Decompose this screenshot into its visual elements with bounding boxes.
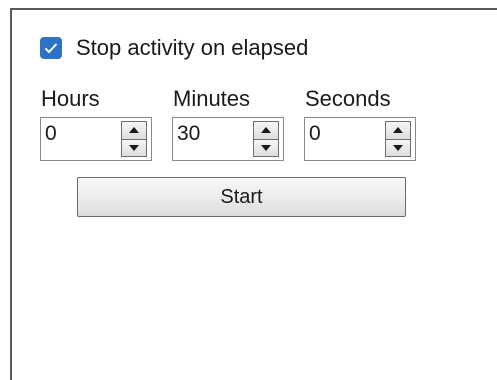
hours-spinner[interactable]: 0 xyxy=(40,117,152,161)
hours-input[interactable]: 0 xyxy=(45,122,57,146)
arrow-up-icon xyxy=(261,127,271,134)
checkmark-icon xyxy=(44,43,58,54)
stop-on-elapsed-label[interactable]: Stop activity on elapsed xyxy=(76,35,308,61)
minutes-spin-buttons xyxy=(253,121,279,157)
minutes-spinner[interactable]: 30 xyxy=(172,117,284,161)
hours-spin-buttons xyxy=(121,121,147,157)
seconds-spin-buttons xyxy=(385,121,411,157)
start-button[interactable]: Start xyxy=(77,177,406,217)
arrow-up-icon xyxy=(393,127,403,134)
minutes-increment-button[interactable] xyxy=(254,122,278,139)
stop-on-elapsed-checkbox[interactable] xyxy=(40,37,62,59)
seconds-spinner[interactable]: 0 xyxy=(304,117,416,161)
arrow-down-icon xyxy=(261,144,271,151)
minutes-decrement-button[interactable] xyxy=(254,138,278,156)
hours-increment-button[interactable] xyxy=(122,122,146,139)
hours-decrement-button[interactable] xyxy=(122,138,146,156)
minutes-label: Minutes xyxy=(173,86,251,111)
seconds-label: Seconds xyxy=(305,86,391,111)
seconds-increment-button[interactable] xyxy=(386,122,410,139)
arrow-down-icon xyxy=(393,144,403,151)
seconds-input[interactable]: 0 xyxy=(309,122,321,146)
arrow-up-icon xyxy=(129,127,139,134)
seconds-decrement-button[interactable] xyxy=(386,138,410,156)
arrow-down-icon xyxy=(129,144,139,151)
stop-on-elapsed-row[interactable]: Stop activity on elapsed xyxy=(40,34,308,62)
hours-label: Hours xyxy=(41,86,100,111)
minutes-input[interactable]: 30 xyxy=(177,122,200,146)
